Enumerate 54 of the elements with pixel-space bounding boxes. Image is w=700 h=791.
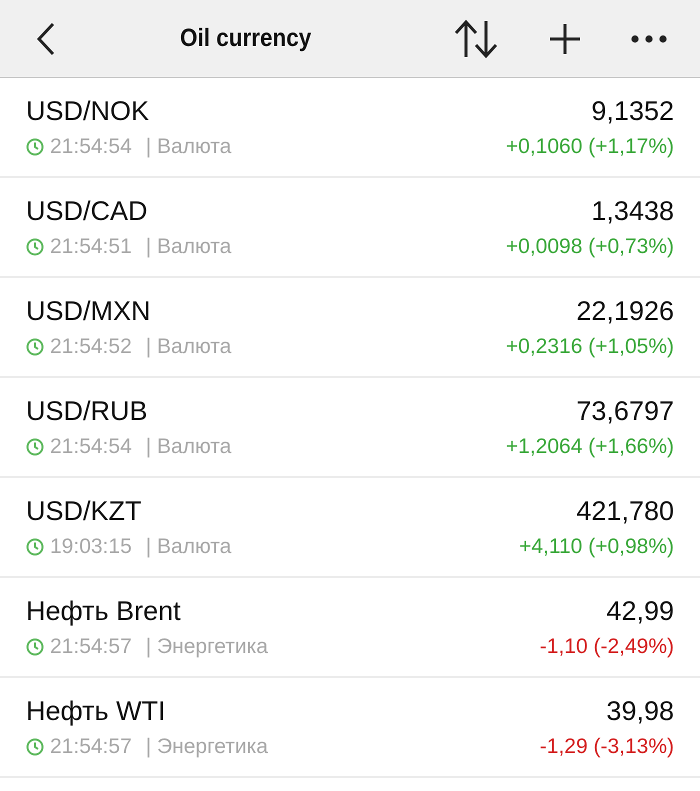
clock-icon — [26, 138, 44, 156]
update-time: 21:54:54 — [50, 134, 132, 158]
clock-icon — [26, 638, 44, 656]
price: 421,780 — [576, 496, 674, 526]
clock-icon — [26, 738, 44, 756]
price-change: +1,2064 (+1,66%) — [506, 434, 674, 458]
instrument-name: USD/MXN — [26, 296, 152, 326]
update-time: 19:03:15 — [50, 534, 132, 558]
category-label: | Валюта — [146, 234, 232, 258]
more-icon[interactable] — [631, 34, 667, 42]
price-change: +4,110 (+0,98%) — [519, 534, 674, 558]
clock-icon — [26, 238, 44, 256]
category-label: | Валюта — [146, 434, 232, 458]
add-icon[interactable] — [549, 22, 581, 54]
instrument-name: USD/NOK — [26, 96, 150, 126]
price: 22,1926 — [576, 296, 674, 326]
price: 1,3438 — [591, 196, 674, 226]
clock-icon — [26, 438, 44, 456]
quote-row[interactable]: USD/RUB 73,6797 21:54:54 | Валюта +1,2064 (+1,66%) — [0, 378, 700, 478]
quote-row[interactable]: USD/CAD 1,3438 21:54:51 | Валюта +0,0098 (+0,73%) — [0, 178, 700, 278]
quote-row[interactable]: Нефть WTI 39,98 21:54:57 | Энергетика -1,29 (-3,13%) — [0, 678, 700, 778]
price: 42,99 — [606, 596, 674, 626]
category-label: | Валюта — [146, 134, 232, 158]
quote-row[interactable]: USD/KZT 421,780 19:03:15 | Валюта +4,110 (+0,98%) — [0, 478, 700, 578]
price: 9,1352 — [591, 96, 674, 126]
category-label: | Энергетика — [146, 634, 269, 658]
clock-icon — [26, 538, 44, 556]
instrument-name: Нефть WTI — [26, 696, 167, 726]
page-title: Oil currency — [180, 24, 312, 53]
instrument-name: USD/CAD — [26, 196, 149, 226]
quote-row[interactable]: Нефть Brent 42,99 21:54:57 | Энергетика -1,10 (-2,49%) — [0, 578, 700, 678]
price: 39,98 — [606, 696, 674, 726]
price: 73,6797 — [576, 396, 674, 426]
price-change: -1,29 (-3,13%) — [540, 734, 674, 758]
price-change: +0,2316 (+1,05%) — [506, 334, 674, 358]
instrument-name: Нефть Brent — [26, 596, 182, 626]
price-change: +0,1060 (+1,17%) — [506, 134, 674, 158]
price-change: -1,10 (-2,49%) — [540, 634, 674, 658]
quote-row[interactable]: USD/MXN 22,1926 21:54:52 | Валюта +0,2316 (+1,05%) — [0, 278, 700, 378]
category-label: | Энергетика — [146, 734, 269, 758]
update-time: 21:54:52 — [50, 334, 132, 358]
instrument-name: USD/KZT — [26, 496, 143, 526]
update-time: 21:54:54 — [50, 434, 132, 458]
category-label: | Валюта — [146, 334, 232, 358]
back-icon[interactable] — [36, 22, 56, 56]
sort-icon[interactable] — [453, 18, 499, 58]
clock-icon — [26, 338, 44, 356]
category-label: | Валюта — [146, 534, 232, 558]
update-time: 21:54:57 — [50, 734, 132, 758]
quote-row[interactable]: USD/NOK 9,1352 21:54:54 | Валюта +0,1060 (+1,17%) — [0, 78, 700, 178]
instrument-name: USD/RUB — [26, 396, 149, 426]
update-time: 21:54:51 — [50, 234, 132, 258]
update-time: 21:54:57 — [50, 634, 132, 658]
price-change: +0,0098 (+0,73%) — [506, 234, 674, 258]
